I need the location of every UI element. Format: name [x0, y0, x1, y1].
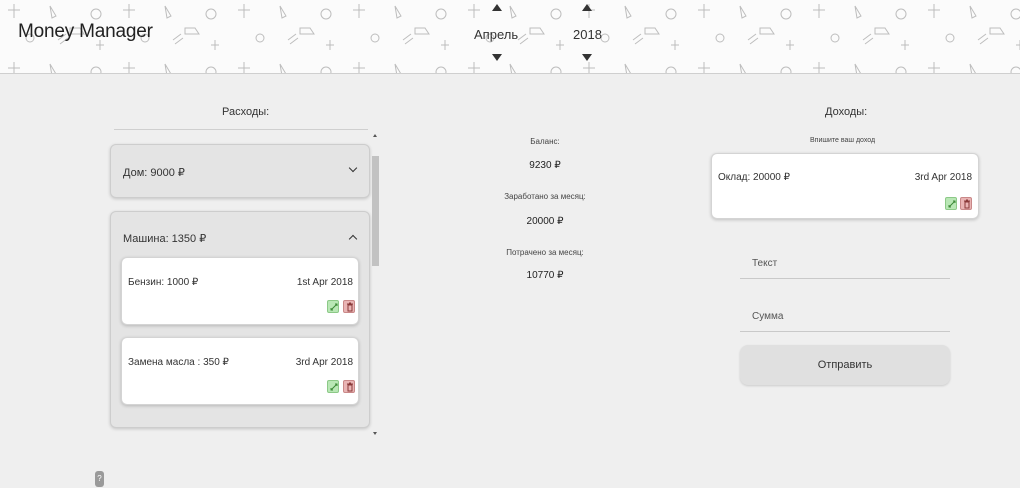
income-title: Доходы:: [825, 106, 868, 118]
expenses-scrollbar[interactable]: [371, 128, 380, 438]
expenses-title: Расходы:: [222, 106, 270, 118]
year-next-arrow-icon[interactable]: [582, 54, 592, 61]
entry-name: Бензин: 1000 ₽: [128, 277, 199, 288]
expenses-panel: Дом: 9000 ₽ Машина: 1350 ₽ Бензин: 1000 …: [110, 128, 380, 440]
header-bar: Money Manager Апрель 2018: [0, 0, 1020, 74]
entry-date: 3rd Apr 2018: [914, 172, 972, 183]
sum-input[interactable]: [740, 302, 950, 332]
month-prev-arrow-icon[interactable]: [492, 4, 502, 11]
entry-name: Замена масла : 350 ₽: [128, 357, 229, 368]
edit-icon[interactable]: [327, 380, 339, 393]
chevron-up-icon[interactable]: [348, 234, 358, 244]
year-selector: 2018: [562, 4, 622, 66]
category-home-header[interactable]: Дом: 9000 ₽: [111, 152, 369, 192]
earned-label: Заработано за месяц:: [504, 192, 586, 201]
month-value: Апрель: [474, 27, 519, 42]
expense-entry: Бензин: 1000 ₽ 1st Apr 2018: [121, 257, 359, 325]
text-input[interactable]: [740, 249, 950, 279]
category-car: Машина: 1350 ₽ Бензин: 1000 ₽ 1st Apr 20…: [110, 211, 370, 428]
trash-icon[interactable]: [343, 380, 355, 393]
income-subtitle: Впишите ваш доход: [810, 137, 876, 144]
category-home: Дом: 9000 ₽: [110, 144, 370, 198]
year-prev-arrow-icon[interactable]: [582, 4, 592, 11]
entry-date: 3rd Apr 2018: [295, 357, 353, 368]
month-selector: Апрель: [467, 4, 527, 66]
entry-name: Оклад: 20000 ₽: [718, 172, 791, 183]
category-label: Дом: 9000 ₽: [123, 167, 185, 179]
scroll-up-arrow-icon[interactable]: [373, 134, 377, 137]
app-title: Money Manager: [18, 21, 153, 42]
edit-icon[interactable]: [945, 197, 957, 210]
category-label: Машина: 1350 ₽: [123, 233, 207, 245]
income-entry: Оклад: 20000 ₽ 3rd Apr 2018: [711, 153, 979, 219]
balance-label: Баланс:: [530, 137, 560, 146]
spent-value: 10770 ₽: [526, 270, 564, 281]
earned-value: 20000 ₽: [526, 216, 564, 227]
edit-icon[interactable]: [327, 300, 339, 313]
year-value: 2018: [573, 27, 602, 42]
divider: [114, 129, 368, 130]
scroll-thumb[interactable]: [372, 156, 379, 266]
month-next-arrow-icon[interactable]: [492, 54, 502, 61]
expense-entry: Замена масла : 350 ₽ 3rd Apr 2018: [121, 337, 359, 405]
help-button[interactable]: ?: [95, 471, 104, 487]
entry-date: 1st Apr 2018: [296, 277, 353, 288]
submit-button[interactable]: Отправить: [740, 345, 950, 385]
spent-label: Потрачено за месяц:: [506, 248, 584, 257]
chevron-down-icon[interactable]: [348, 163, 358, 173]
scroll-down-arrow-icon[interactable]: [373, 432, 377, 435]
trash-icon[interactable]: [343, 300, 355, 313]
category-car-header[interactable]: Машина: 1350 ₽: [111, 218, 369, 258]
trash-icon[interactable]: [960, 197, 972, 210]
balance-value: 9230 ₽: [529, 160, 561, 171]
